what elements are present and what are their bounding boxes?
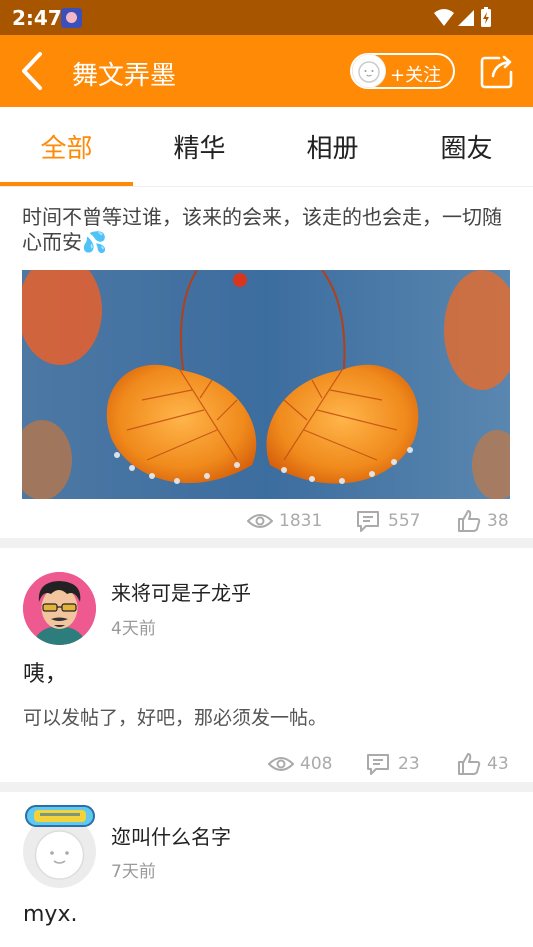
wifi-icon — [434, 9, 454, 26]
signal-icon — [458, 10, 474, 26]
tab-members[interactable]: 圈友 — [400, 107, 533, 187]
follow-label: +关注 — [390, 65, 442, 86]
thumbs-up-icon — [458, 753, 481, 775]
app-bar: 舞文弄墨 +关注 — [0, 35, 533, 107]
eye-icon — [268, 757, 294, 771]
tab-featured[interactable]: 精华 — [133, 107, 266, 187]
user-badge-icon — [24, 803, 96, 831]
post-body[interactable]: 可以发帖了，好吧，那必须发一帖。 — [23, 703, 327, 730]
share-icon — [480, 55, 513, 89]
thumbs-up-icon — [458, 510, 481, 532]
cartoon-man-avatar-icon — [23, 572, 96, 645]
follow-button[interactable]: +关注 — [350, 53, 455, 89]
active-tab-indicator — [0, 182, 133, 186]
post-stats-row: 408 23 43 — [0, 749, 533, 779]
eye-icon — [247, 514, 273, 528]
avatar[interactable] — [23, 572, 96, 645]
post-text[interactable]: 时间不曾等过谁，该来的会来，该走的也会走，一切随心而安💦 — [22, 205, 512, 255]
post-title[interactable]: 咦， — [23, 656, 67, 688]
author-name[interactable]: 来将可是子龙乎 — [111, 577, 251, 606]
tab-bar: 全部 精华 相册 圈友 — [0, 107, 533, 187]
post-image[interactable] — [22, 270, 510, 499]
tab-all[interactable]: 全部 — [0, 107, 133, 187]
comment-icon — [357, 511, 379, 532]
post-time: 4天前 — [111, 619, 156, 639]
post-time: 7天前 — [111, 862, 156, 882]
tab-album[interactable]: 相册 — [266, 107, 399, 187]
status-indicators — [433, 7, 495, 29]
status-time: 2:47 — [12, 6, 62, 30]
status-bar: 2:47 — [0, 0, 533, 35]
notification-app-icon — [61, 8, 82, 28]
post-title[interactable]: myx. — [23, 902, 77, 927]
post-stats-row: 1831 557 38 — [0, 506, 533, 536]
author-name[interactable]: 迩叫什么名字 — [111, 821, 231, 850]
share-button[interactable] — [479, 54, 517, 90]
back-button[interactable] — [14, 50, 54, 92]
chevron-left-icon — [22, 52, 42, 90]
avatar-placeholder-icon — [352, 54, 386, 88]
post-divider — [0, 782, 533, 792]
page-title: 舞文弄墨 — [72, 61, 177, 91]
post-divider — [0, 538, 533, 548]
battery-icon — [481, 7, 491, 27]
comment-icon — [367, 754, 389, 775]
